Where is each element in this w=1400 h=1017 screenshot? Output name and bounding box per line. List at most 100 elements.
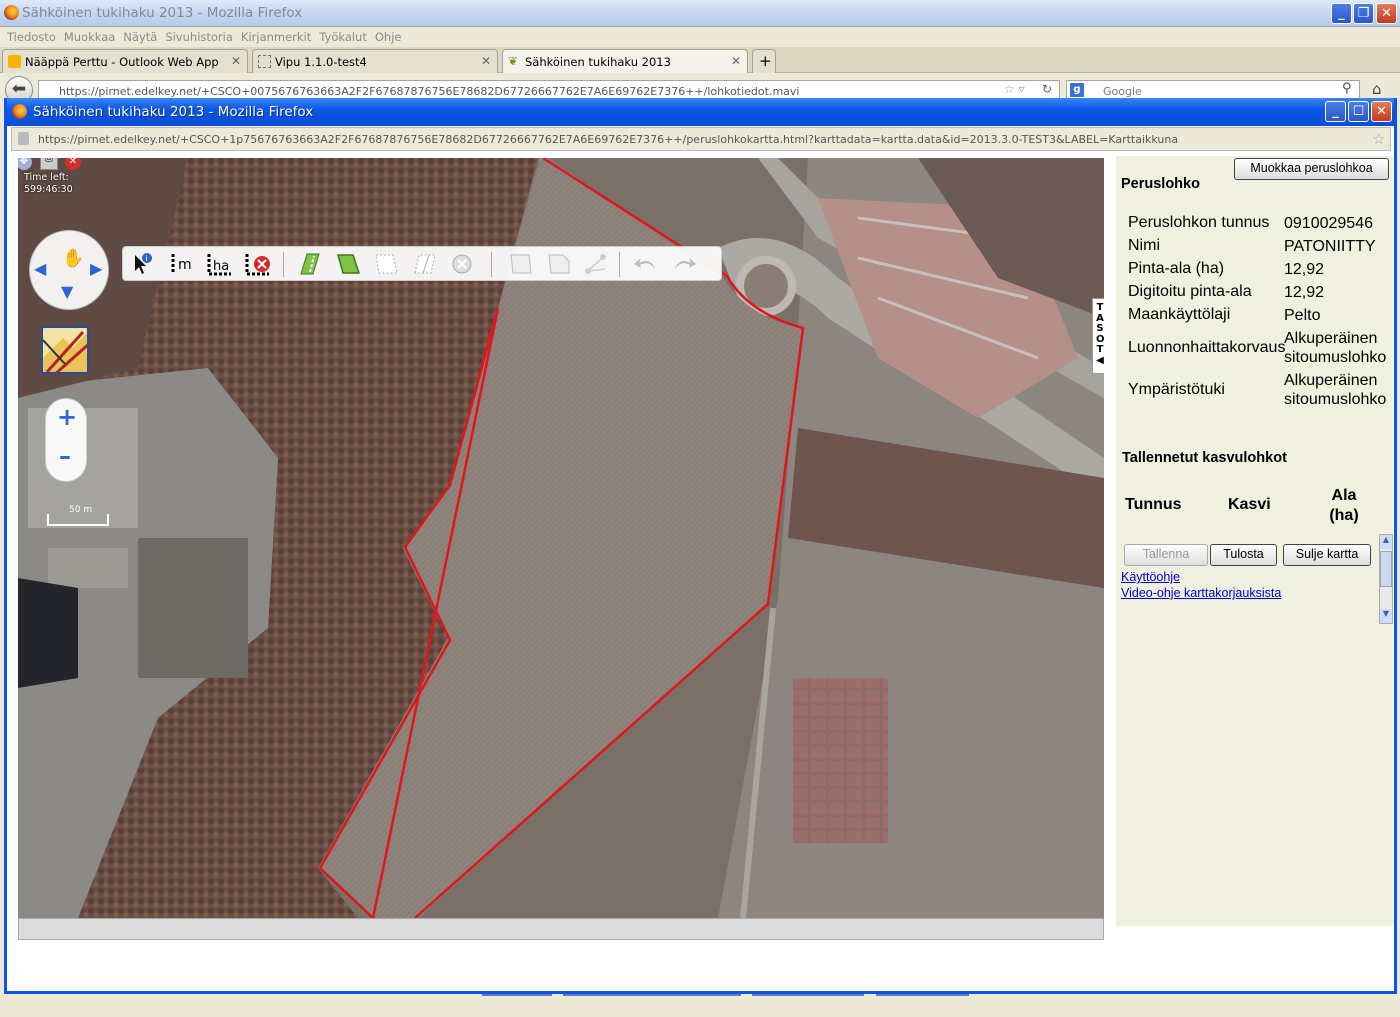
- tab-outlook[interactable]: Nääppä Perttu - Outlook Web App ✕: [2, 49, 248, 73]
- print-map-icon[interactable]: ⎙: [40, 158, 58, 170]
- time-left-value: 599:46:30: [24, 184, 73, 195]
- menu-bookmarks[interactable]: Kirjanmerkit: [241, 30, 311, 44]
- popup-title-bar: Sähköinen tukihaku 2013 - Mozilla Firefo…: [7, 98, 1394, 126]
- menu-file[interactable]: Tiedosto: [7, 30, 56, 44]
- bookmark-star-icon[interactable]: ☆ ▿: [1004, 82, 1025, 96]
- scroll-down-icon[interactable]: ▼: [1380, 609, 1392, 623]
- info-tool-icon[interactable]: i: [127, 251, 157, 277]
- measure-area-tool-icon[interactable]: ha: [205, 251, 235, 277]
- draw-line-tool-icon[interactable]: [295, 251, 325, 277]
- tab-tukihaku[interactable]: ❦ Sähköinen tukihaku 2013 ✕: [502, 49, 748, 73]
- outer-title-bar: Sähköinen tukihaku 2013 - Mozilla Firefo…: [0, 0, 1400, 27]
- draw-polygon-tool-icon[interactable]: [333, 251, 363, 277]
- edit-field-button[interactable]: Muokkaa peruslohkoa: [1234, 158, 1389, 180]
- zoom-out-button[interactable]: –: [59, 442, 71, 470]
- popup-maximize-button[interactable]: ☐: [1348, 101, 1369, 122]
- popup-bookmark-icon[interactable]: ☆: [1372, 130, 1385, 148]
- edit-vertices-tool-icon[interactable]: [371, 251, 401, 277]
- tab-label: Sähköinen tukihaku 2013: [525, 55, 671, 69]
- copy-tool-icon[interactable]: [505, 251, 535, 277]
- field-attr-label: Nimi: [1128, 237, 1160, 254]
- tab-label: Nääppä Perttu - Outlook Web App: [25, 55, 219, 69]
- pan-right-icon[interactable]: ▶: [90, 259, 102, 278]
- map-view[interactable]: Time left: 599:46:30 ✥ ⎙ ✕ ✋ ◀ ▶ ▼ + – 5…: [18, 158, 1104, 918]
- popup-url-bar[interactable]: https://pirnet.edelkey.net/+CSCO+1p75676…: [11, 127, 1391, 151]
- field-attr-label: Maankäyttölaji: [1128, 306, 1231, 323]
- home-icon[interactable]: ⌂: [1372, 80, 1382, 98]
- close-map-button[interactable]: Sulje kartta: [1283, 544, 1371, 566]
- tab-bar: Nääppä Perttu - Outlook Web App ✕ Vipu 1…: [0, 47, 1400, 73]
- field-attr-value: Alkuperäinen sitoumuslohko: [1284, 372, 1387, 408]
- tab-close-icon[interactable]: ✕: [481, 54, 491, 68]
- popup-window-title: Sähköinen tukihaku 2013 - Mozilla Firefo…: [33, 104, 314, 120]
- lock-icon: [18, 132, 29, 145]
- menu-history[interactable]: Sivuhistoria: [165, 30, 233, 44]
- svg-text:ha: ha: [213, 259, 229, 274]
- field-attr-value: 0910029546: [1284, 215, 1373, 232]
- menu-edit[interactable]: Muokkaa: [64, 30, 115, 44]
- map-thumbnail-icon: [43, 330, 87, 372]
- zoom-control: + –: [45, 398, 87, 482]
- print-button[interactable]: Tulosta: [1210, 544, 1277, 566]
- hand-pan-icon[interactable]: ✋: [62, 250, 84, 269]
- menu-view[interactable]: Näytä: [123, 30, 157, 44]
- merge-tool-icon[interactable]: [543, 251, 573, 277]
- firefox-logo-icon: [12, 104, 27, 119]
- field-attr-label: Luonnonhaittakorvaus: [1128, 339, 1286, 356]
- field-attr-value: 12,92: [1284, 261, 1325, 278]
- field-attr-label: Ympäristötuki: [1128, 381, 1225, 398]
- background-divider: [876, 994, 969, 996]
- toolbar-separator: [283, 252, 284, 277]
- menu-tools[interactable]: Työkalut: [319, 30, 367, 44]
- layers-tab[interactable]: TASOT◀: [1092, 298, 1104, 374]
- new-tab-button[interactable]: +: [752, 49, 776, 73]
- measure-distance-tool-icon[interactable]: m: [167, 251, 197, 277]
- toolbar-separator: [619, 252, 620, 277]
- toolbar-separator: [491, 252, 492, 277]
- popup-close-button[interactable]: ✕: [1371, 101, 1392, 122]
- minimize-button[interactable]: _: [1331, 3, 1352, 24]
- tab-close-icon[interactable]: ✕: [231, 54, 241, 68]
- maximize-button[interactable]: ❐: [1353, 3, 1374, 24]
- search-magnifier-icon[interactable]: ⚲: [1342, 81, 1352, 96]
- field-info-panel: Muokkaa peruslohkoa Peruslohko Peruslohk…: [1116, 156, 1393, 926]
- tab-label: Vipu 1.1.0-test4: [275, 55, 367, 69]
- video-guide-link[interactable]: Video-ohje karttakorjauksista: [1121, 586, 1281, 600]
- scroll-up-icon[interactable]: ▲: [1380, 535, 1392, 549]
- background-divider: [563, 994, 741, 996]
- base-map-switch[interactable]: [41, 326, 89, 374]
- pan-down-icon[interactable]: ▼: [61, 282, 73, 301]
- menu-help[interactable]: Ohje: [375, 30, 402, 44]
- google-icon[interactable]: g: [1070, 83, 1084, 97]
- scale-label: 50 m: [69, 505, 93, 515]
- popup-window: Sähköinen tukihaku 2013 - Mozilla Firefo…: [4, 98, 1397, 994]
- popup-minimize-button[interactable]: _: [1325, 101, 1346, 122]
- tab-close-icon[interactable]: ✕: [731, 54, 741, 68]
- split-tool-icon[interactable]: [409, 251, 439, 277]
- tab-vipu[interactable]: Vipu 1.1.0-test4 ✕: [252, 49, 498, 73]
- pan-control: ✋ ◀ ▶ ▼: [29, 230, 109, 310]
- navigation-bar: ⬅ https://pirnet.edelkey.net/+CSCO+00756…: [0, 74, 1400, 104]
- map-toolbar: i m ha: [122, 246, 722, 281]
- manual-link[interactable]: Käyttöohje: [1121, 570, 1180, 584]
- redo-tool-icon[interactable]: [669, 251, 699, 277]
- outer-window-title: Sähköinen tukihaku 2013 - Mozilla Firefo…: [22, 5, 303, 21]
- scale-bar: 50 m: [47, 505, 109, 526]
- field-attr-value: Alkuperäinen sitoumuslohko: [1284, 330, 1387, 366]
- menu-bar: Tiedosto Muokkaa Näytä Sivuhistoria Kirjanme…: [0, 27, 1400, 47]
- clear-measure-tool-icon[interactable]: [243, 251, 273, 277]
- panel-heading: Peruslohko: [1121, 176, 1200, 192]
- zoom-in-button[interactable]: +: [57, 403, 77, 431]
- delete-tool-icon[interactable]: [447, 251, 477, 277]
- crop-list-scrollbar[interactable]: ▲ ▼: [1379, 534, 1393, 624]
- reload-icon[interactable]: ↻: [1042, 82, 1052, 96]
- pan-left-icon[interactable]: ◀: [34, 259, 46, 278]
- field-attr-value: 12,92: [1284, 284, 1325, 301]
- undo-tool-icon[interactable]: [631, 251, 661, 277]
- close-button[interactable]: ✕: [1376, 3, 1397, 24]
- move-vertex-tool-icon[interactable]: [581, 251, 611, 277]
- save-button[interactable]: Tallenna: [1124, 544, 1208, 566]
- field-attr-label: Pinta-ala (ha): [1128, 260, 1225, 277]
- scroll-thumb[interactable]: [1380, 551, 1392, 587]
- outlook-icon: [8, 55, 21, 68]
